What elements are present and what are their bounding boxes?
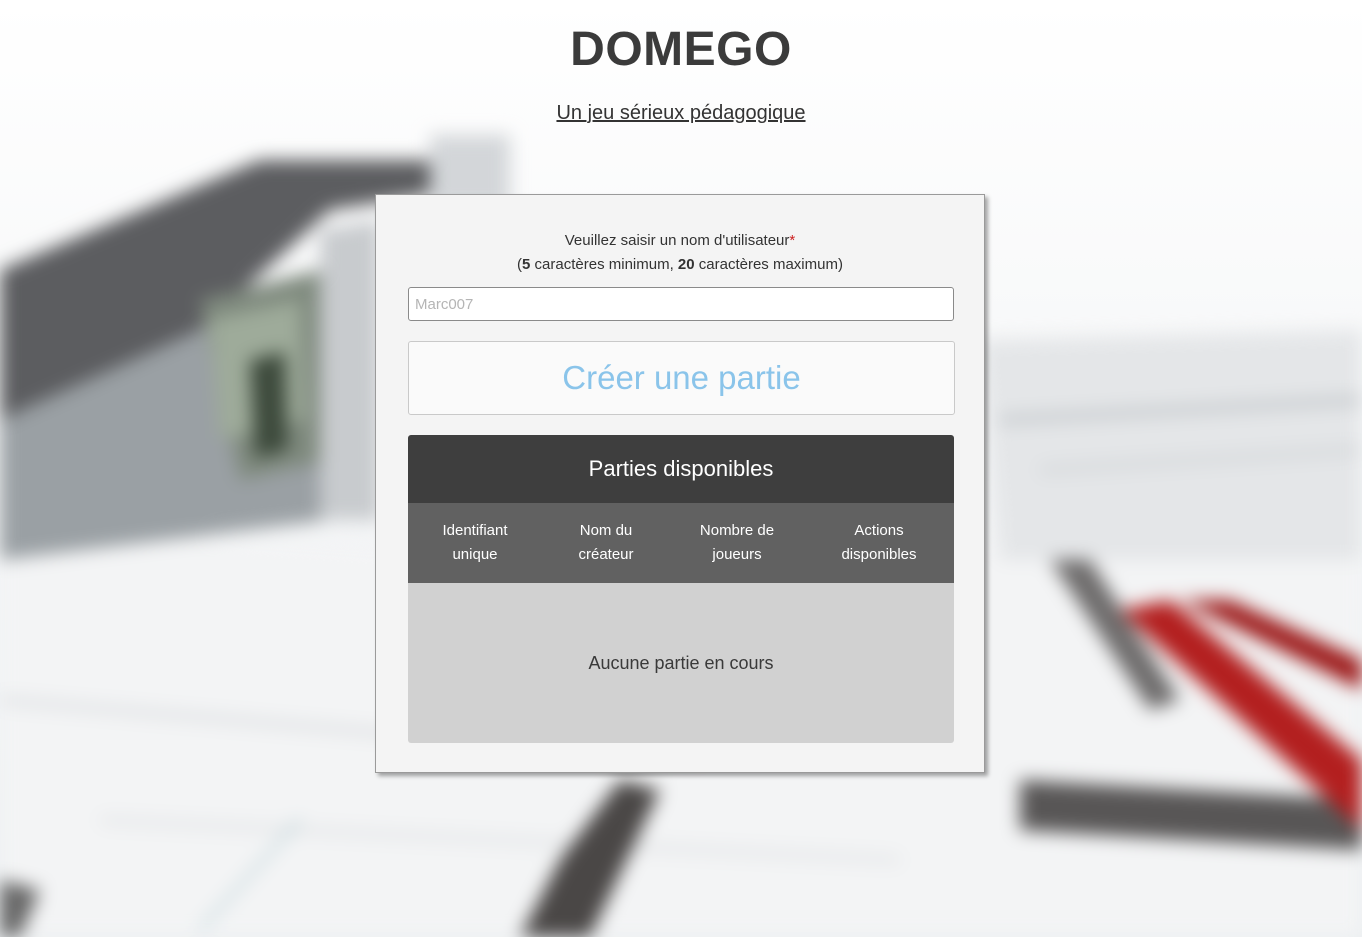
site-title: DOMEGO [570, 23, 792, 76]
required-asterisk: * [789, 232, 796, 249]
prompt-mid-text: caractères minimum, [530, 256, 678, 273]
username-input[interactable] [408, 287, 954, 321]
table-title: Parties disponibles [408, 435, 954, 503]
available-games-table: Parties disponibles Identifiant unique N… [408, 435, 954, 743]
column-header-id: Identifiant unique [442, 522, 508, 563]
prompt-end-text: caractères maximum) [694, 256, 843, 273]
prompt-line-2: (5 caractères minimum, 20 caractères max… [376, 253, 984, 277]
login-panel: Veuillez saisir un nom d'utilisateur* (5… [375, 194, 985, 773]
prompt-line-1: Veuillez saisir un nom d'utilisateur* [376, 229, 984, 253]
username-prompt: Veuillez saisir un nom d'utilisateur* (5… [376, 229, 984, 277]
site-subtitle: Un jeu sérieux pédagogique [0, 102, 1362, 125]
column-header-actions: Actions disponibles [841, 522, 917, 563]
table-empty-message: Aucune partie en cours [408, 583, 954, 743]
prompt-text: Veuillez saisir un nom d'utilisateur [564, 232, 790, 249]
table-header-row: Identifiant unique Nom du créateur Nombr… [408, 503, 954, 583]
create-game-button[interactable]: Créer une partie [408, 341, 955, 415]
max-chars: 20 [677, 256, 695, 273]
subtitle-link[interactable]: Un jeu sérieux pédagogique [556, 102, 805, 124]
column-header-creator: Nom du créateur [578, 522, 634, 563]
column-header-players: Nombre de joueurs [699, 522, 775, 563]
